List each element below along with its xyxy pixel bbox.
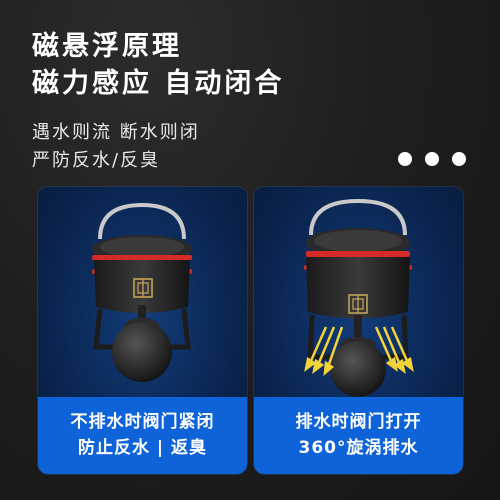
caption-band: 不排水时阀门紧闭 防止反水 | 返臭 (38, 397, 247, 474)
caption-line-2: 360°旋涡排水 (298, 437, 419, 458)
subheading-line-1: 遇水则流 断水则闭 (32, 122, 200, 143)
valve-closed-card: 不排水时阀门紧闭 防止反水 | 返臭 (38, 187, 247, 474)
subheading-line-2: 严防反水/反臭 (32, 150, 161, 171)
valve-open-card: 排水时阀门打开 360°旋涡排水 (254, 187, 463, 474)
pager-dot (425, 152, 439, 166)
headline-line-2: 磁力感应 自动闭合 (32, 68, 285, 99)
caption-band: 排水时阀门打开 360°旋涡排水 (254, 397, 463, 474)
caption-line-1: 不排水时阀门紧闭 (70, 412, 215, 432)
caption-line-1: 排水时阀门打开 (295, 412, 422, 432)
caption-line-2: 防止反水 | 返臭 (77, 437, 208, 458)
floor-drain-open-illustration (304, 198, 414, 397)
headline-line-1: 磁悬浮原理 (32, 31, 182, 62)
pager-dot (452, 152, 466, 166)
floor-drain-closed-illustration (92, 202, 192, 382)
pager-dot (398, 152, 412, 166)
pager-dots (398, 152, 466, 166)
